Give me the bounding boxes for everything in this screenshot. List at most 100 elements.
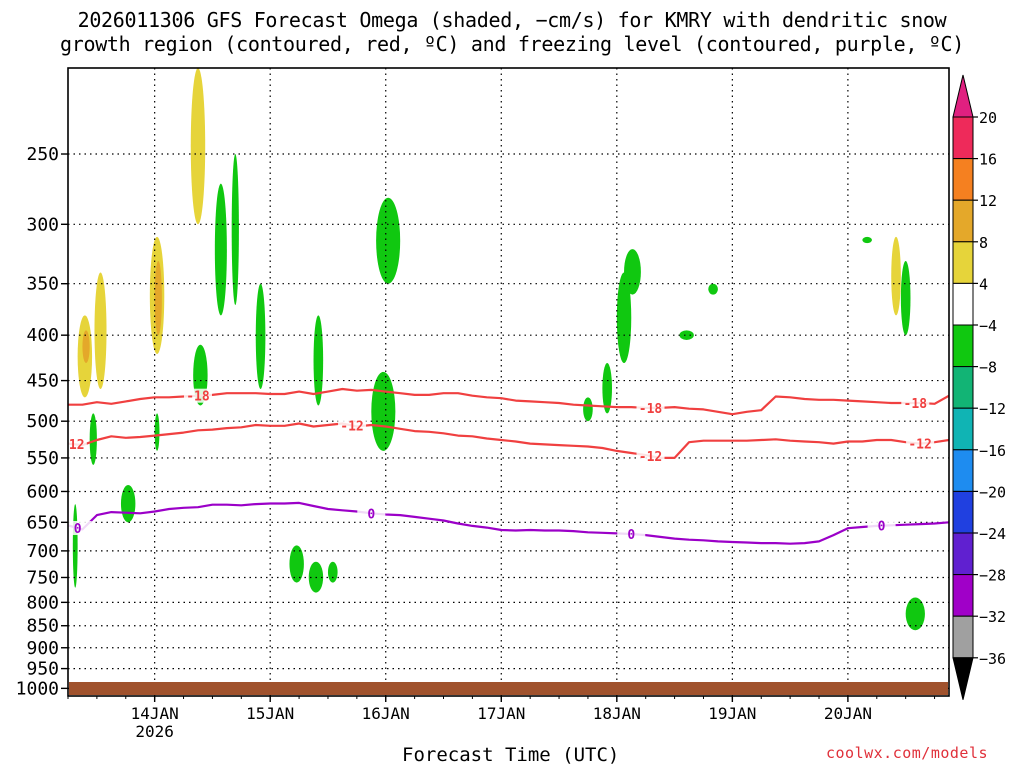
y-tick-label: 250 [26,144,59,165]
y-tick-label: 300 [26,214,59,235]
omega-area [583,397,593,422]
omega-area [154,261,162,336]
omega-area [308,68,319,237]
x-tick-sublabel: 2026 [135,722,174,740]
y-tick-label: 650 [26,512,59,533]
x-axis-label: Forecast Time (UTC) [402,744,620,766]
omega-area [344,68,353,295]
colorbar-label: −4 [979,317,997,335]
y-tick-label: 400 [26,325,59,346]
y-tick-label: 850 [26,616,59,637]
contour-label: 0 [878,520,886,535]
omega-area [214,183,227,316]
colorbar-swatch [952,366,974,409]
colorbar-over-triangle [952,74,974,118]
colorbar-label: 4 [979,275,988,293]
colorbar-label: −32 [979,608,1006,626]
y-tick-label: 950 [26,659,59,680]
colorbar-swatch [952,282,974,326]
colorbar-swatch [952,449,974,492]
omega-area [624,249,641,295]
colorbar-swatch [952,615,974,659]
colorbar-label: −12 [979,400,1006,418]
omega-area [862,190,872,205]
x-tick-label: 20JAN [824,704,872,723]
contour-label: -12 [639,450,662,465]
colorbar-swatch [952,532,974,576]
omega-area [255,283,266,390]
omega-area [862,236,872,244]
contour-label: -18 [186,390,210,405]
ground-strip [69,682,948,695]
y-tick-label: 450 [26,371,59,392]
omega-area [900,261,911,336]
omega-area [154,413,160,451]
colorbar-label: 8 [979,234,988,252]
x-tick-label: 19JAN [708,704,756,723]
y-tick-label: 900 [26,638,59,659]
omega-area [460,183,473,250]
omega-area [190,68,206,225]
colorbar-label: −28 [979,567,1006,585]
colorbar-label: −36 [979,650,1006,668]
omega-area [116,68,126,262]
omega-area [82,330,90,364]
y-tick-label: 1000 [16,678,59,699]
contour-label: 0 [627,528,635,543]
omega-area [327,561,338,583]
omega-area [284,68,295,262]
omega-area [207,104,215,250]
omega-area [94,272,107,390]
colorbar-swatch [952,116,974,160]
y-tick-label: 350 [26,274,59,295]
colorbar-swatch [952,407,974,451]
contour-label: -18 [639,402,663,417]
x-tick-label: 15JAN [246,704,294,723]
contour-label: -18 [904,397,928,412]
y-axis: 2503003504004505005506006507007508008509… [16,144,68,699]
contour-label: -12 [908,438,931,453]
colorbar: 20 16 12 8 4 −4 −8 −12 −16 −20 −24 −28 −32 −36 [952,74,1006,700]
colorbar-label: 12 [979,192,997,210]
x-tick-label: 17JAN [477,704,525,723]
y-tick-label: 500 [26,411,59,432]
forecast-chart: -18-18 -18-12-12-12-120000 25030035040045… [16,67,1006,740]
omega-area [238,68,251,406]
omega-area [231,154,239,306]
colorbar-label: −24 [979,525,1006,543]
contour-label: -12 [61,438,84,453]
omega-area [891,236,901,316]
contour-label: 0 [74,522,82,537]
contour-line [68,422,949,459]
colorbar-under-triangle [952,657,974,700]
y-tick-label: 600 [26,481,59,502]
omega-area [120,484,136,523]
contour-label: 0 [367,507,375,522]
omega-area [679,330,694,340]
colorbar-swatch [952,490,974,534]
omega-area [289,545,304,583]
colorbar-label: −20 [979,483,1006,501]
colorbar-label: 16 [979,151,997,169]
omega-area [833,190,848,205]
omega-area [169,305,179,429]
omega-area [193,634,203,681]
y-tick-label: 750 [26,567,59,588]
x-tick-label: 16JAN [362,704,410,723]
omega-area [371,371,396,451]
x-tick-label: 18JAN [593,704,641,723]
y-tick-label: 700 [26,541,59,562]
credit-link[interactable]: coolwx.com/models [826,744,988,762]
contour-line [68,501,949,545]
omega-area [376,197,401,284]
omega-area [236,577,247,603]
omega-area [72,504,78,588]
colorbar-swatch [952,324,974,368]
colorbar-swatch [952,574,974,617]
contour-label: -12 [340,420,363,435]
colorbar-swatch [952,199,974,243]
colorbar-swatch [952,241,974,284]
omega-area [92,68,117,465]
x-tick-label: 14JAN [131,704,179,723]
colorbar-swatch [952,158,974,201]
